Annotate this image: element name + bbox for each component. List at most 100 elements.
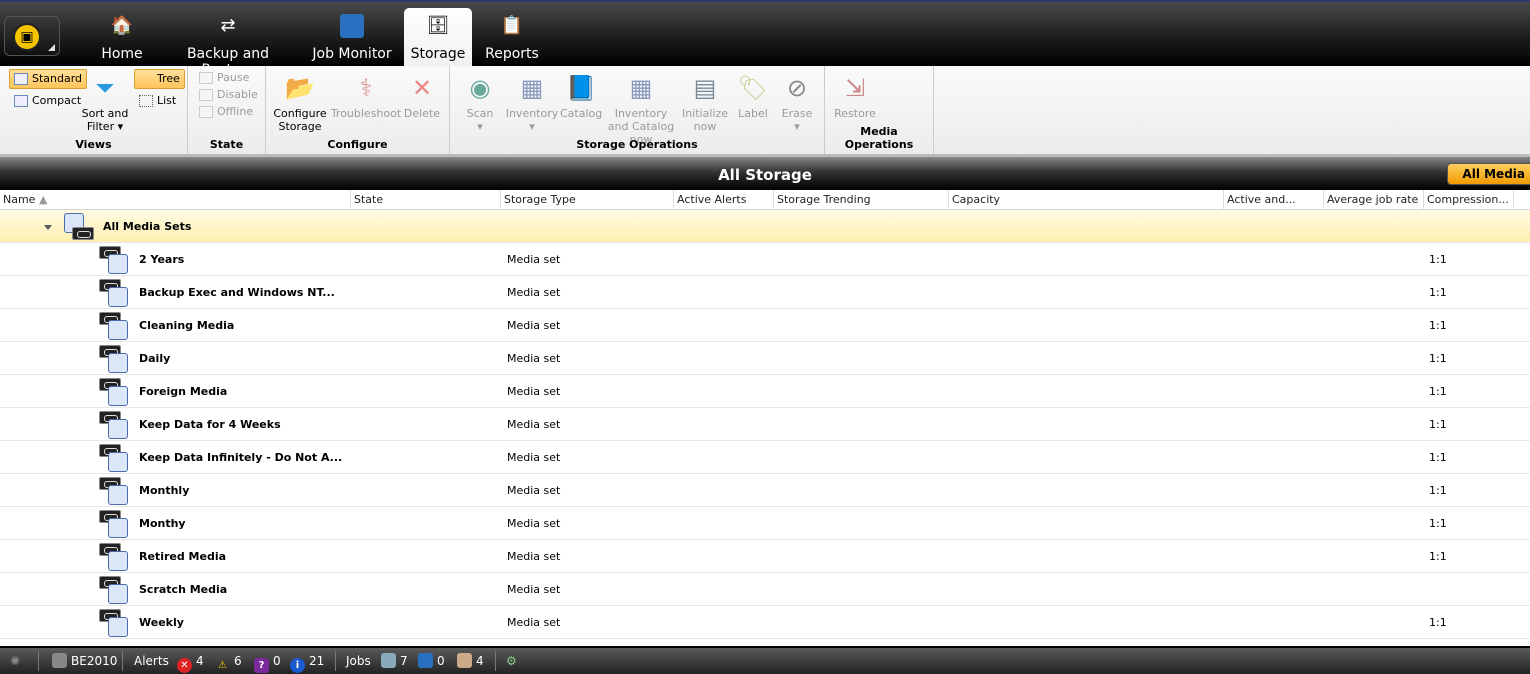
delete-button[interactable]: ✕ Delete — [402, 72, 442, 120]
tree-view-button[interactable]: Tree — [134, 69, 185, 89]
compact-view-button[interactable]: Compact — [9, 91, 86, 111]
inventory-icon: ▦ — [520, 74, 544, 102]
media-set-name: Retired Media — [139, 550, 227, 563]
restore-button[interactable]: ⇲ Restore — [831, 72, 879, 120]
warning-alerts[interactable]: ⚠ 6 — [215, 648, 242, 674]
storage-type: Media set — [507, 583, 561, 596]
table-row[interactable]: Keep Data for 4 Weeks Media set 1:1 — [0, 408, 1530, 441]
column-compression[interactable]: Compression... — [1423, 190, 1513, 209]
tab-storage[interactable]: 🗄 Storage — [404, 8, 472, 68]
queued-jobs[interactable]: 4 — [457, 648, 484, 674]
top-bar: ▣ 🏠Home ⇄Backup and Restore Job Monitor … — [0, 0, 1530, 78]
scan-button[interactable]: ◉ Scan ▾ — [460, 72, 500, 133]
storage-type: Media set — [507, 319, 561, 332]
job-monitor-icon — [340, 14, 364, 38]
list-icon — [139, 95, 153, 107]
standard-view-icon — [14, 73, 28, 85]
sort-filter-button[interactable]: ⏷ Sort and Filter ▾ — [80, 72, 130, 133]
column-storage-type[interactable]: Storage Type — [500, 190, 673, 209]
collapse-icon[interactable] — [44, 225, 52, 230]
table-row[interactable]: Monthy Media set 1:1 — [0, 507, 1530, 540]
standard-view-button[interactable]: Standard — [9, 69, 88, 89]
table-row[interactable]: Backup Exec and Windows NT... Media set 1:… — [0, 276, 1530, 309]
all-media-button[interactable]: All Media — [1447, 163, 1530, 185]
tab-backup-and-restore[interactable]: ⇄Backup and Restore — [160, 8, 296, 78]
label-tag-icon: 🏷 — [737, 74, 769, 102]
initialize-icon: ▤ — [693, 74, 717, 102]
state-group: Pause Disable Offline State — [188, 66, 266, 154]
configure-storage-icon: 📂 — [285, 74, 315, 102]
column-active-and[interactable]: Active and... — [1223, 190, 1323, 209]
column-state[interactable]: State — [350, 190, 500, 209]
tab-home[interactable]: 🏠 Home — [96, 8, 148, 68]
media-set-name: Daily — [139, 352, 171, 365]
question-icon: ? — [254, 658, 269, 673]
compression: 1:1 — [1429, 517, 1447, 530]
tree-icon — [139, 73, 153, 85]
app-menu-button[interactable]: ▣ — [4, 16, 60, 56]
configure-storage-button[interactable]: 📂 Configure Storage — [272, 72, 328, 133]
column-name[interactable]: Name ▲ — [0, 190, 350, 209]
reports-icon: 📋 — [500, 15, 524, 36]
storage-type: Media set — [507, 286, 561, 299]
stethoscope-icon: ⚕ — [359, 74, 373, 102]
table-row[interactable]: Daily Media set 1:1 — [0, 342, 1530, 375]
info-alerts[interactable]: i 21 — [290, 648, 324, 674]
checkbox-icon — [199, 89, 213, 101]
table-row[interactable]: 2 Years Media set 1:1 — [0, 243, 1530, 276]
question-alerts[interactable]: ? 0 — [254, 648, 281, 674]
table-row[interactable]: Cleaning Media Media set 1:1 — [0, 309, 1530, 342]
media-set-icon — [99, 576, 129, 604]
label-button[interactable]: 🏷 Label — [732, 72, 774, 120]
checkbox-icon — [199, 72, 213, 84]
compression: 1:1 — [1429, 352, 1447, 365]
tab-reports[interactable]: 📋 Reports — [482, 8, 542, 68]
activity-spinner-icon: ✺ — [10, 654, 21, 668]
alerts-label: Alerts — [134, 654, 169, 668]
inventory-catalog-icon: ▦ — [629, 74, 653, 102]
scheduled-jobs-icon — [381, 653, 396, 668]
delete-icon: ✕ — [411, 74, 433, 102]
inventory-button[interactable]: ▦ Inventory ▾ — [504, 72, 560, 133]
compression: 1:1 — [1429, 385, 1447, 398]
list-view-button[interactable]: List — [134, 91, 181, 111]
compact-view-icon — [14, 95, 28, 107]
media-operations-group: ⇲ Restore Media Operations — [825, 66, 934, 154]
server-status[interactable]: BE2010 — [52, 648, 117, 674]
erase-button[interactable]: ⊘ Erase ▾ — [776, 72, 818, 133]
view-title: All Storage — [718, 166, 812, 184]
table-row[interactable]: Retired Media Media set 1:1 — [0, 540, 1530, 573]
active-jobs[interactable]: 0 — [418, 648, 445, 674]
backup-exec-logo-icon: ▣ — [13, 23, 41, 51]
group-row-all-media-sets[interactable]: All Media Sets — [0, 210, 1530, 243]
column-active-alerts[interactable]: Active Alerts — [673, 190, 773, 209]
column-capacity[interactable]: Capacity — [948, 190, 1223, 209]
table-row[interactable]: Monthly Media set 1:1 — [0, 474, 1530, 507]
table-row[interactable]: Foreign Media Media set 1:1 — [0, 375, 1530, 408]
tab-job-monitor[interactable]: Job Monitor — [310, 8, 394, 68]
compression: 1:1 — [1429, 418, 1447, 431]
table-row[interactable]: Weekly Media set 1:1 — [0, 606, 1530, 639]
error-alerts[interactable]: ✕ 4 — [177, 648, 204, 674]
media-set-name: Keep Data for 4 Weeks — [139, 418, 281, 431]
storage-operations-group: ◉ Scan ▾ ▦ Inventory ▾ 📘 Catalog ▦ Inventory a… — [450, 66, 825, 154]
table-row[interactable]: Keep Data Infinitely - Do Not A... Media … — [0, 441, 1530, 474]
checkbox-icon — [199, 106, 213, 118]
troubleshoot-button[interactable]: ⚕ Troubleshoot — [330, 72, 402, 120]
scheduled-jobs[interactable]: 7 — [381, 648, 408, 674]
column-average-job-rate[interactable]: Average job rate — [1323, 190, 1423, 209]
inventory-catalog-button[interactable]: ▦ Inventory and Catalog now — [604, 72, 678, 146]
ribbon: Standard Compact ⏷ Sort and Filter ▾ Tree… — [0, 66, 1530, 157]
catalog-button[interactable]: 📘 Catalog — [560, 72, 602, 120]
initialize-button[interactable]: ▤ Initialize now — [680, 72, 730, 133]
filter-icon: ⏷ — [95, 74, 115, 102]
table-row[interactable]: Scratch Media Media set — [0, 573, 1530, 606]
column-storage-trending[interactable]: Storage Trending — [773, 190, 948, 209]
media-set-name: Monthly — [139, 484, 190, 497]
warning-icon: ⚠ — [218, 660, 227, 671]
media-set-name: Weekly — [139, 616, 184, 629]
offline-checkbox[interactable]: Offline — [194, 102, 258, 122]
media-set-icon — [99, 246, 129, 274]
services-gear-icon[interactable]: ⚙ — [506, 648, 517, 674]
storage-icon: 🗄 — [426, 15, 450, 36]
